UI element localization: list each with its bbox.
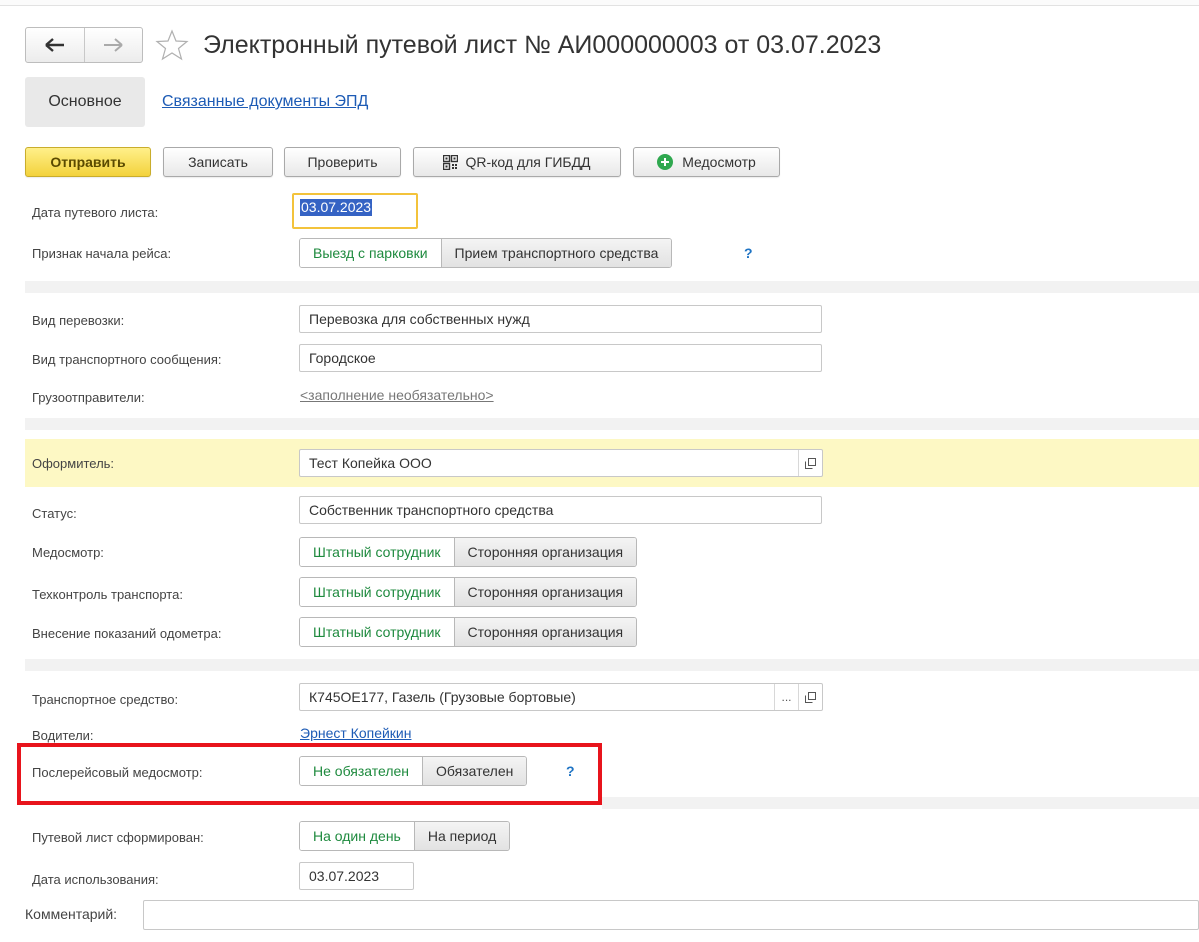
odometer-switch: Штатный сотрудник Сторонняя организация <box>299 617 638 647</box>
option-one-day[interactable]: На один день <box>300 822 414 850</box>
transport-kind-field[interactable]: Перевозка для собственных нужд <box>299 305 822 333</box>
trip-start-help-icon[interactable]: ? <box>744 245 753 261</box>
shippers-label: Грузоотправители: <box>32 390 145 405</box>
option-third-party[interactable]: Сторонняя организация <box>453 578 637 606</box>
medical-check-label: Медосмотр: <box>32 545 104 560</box>
add-circle-icon <box>657 154 674 170</box>
open-vehicle-button[interactable] <box>798 684 822 710</box>
date-label: Дата путевого листа: <box>32 205 159 220</box>
tab-main[interactable]: Основное <box>25 77 145 127</box>
comment-field[interactable] <box>143 900 1199 930</box>
transport-kind-label: Вид перевозки: <box>32 313 125 328</box>
issuer-field[interactable]: Тест Копейка ООО <box>299 449 823 477</box>
usage-date-field[interactable]: 03.07.2023 <box>299 862 414 890</box>
option-third-party[interactable]: Сторонняя организация <box>453 538 637 566</box>
qr-code-button[interactable]: QR-код для ГИБДД <box>413 147 621 177</box>
section-separator <box>25 281 1199 293</box>
annotation-highlight-box <box>17 743 602 805</box>
open-issuer-button[interactable] <box>798 450 822 476</box>
option-staff-employee[interactable]: Штатный сотрудник <box>300 618 454 646</box>
drivers-label: Водители: <box>32 728 94 743</box>
window-top-edge <box>0 0 1199 6</box>
formed-for-label: Путевой лист сформирован: <box>32 830 204 845</box>
medical-check-button-label: Медосмотр <box>682 154 756 170</box>
section-separator <box>25 659 1199 671</box>
option-staff-employee[interactable]: Штатный сотрудник <box>300 538 454 566</box>
send-button[interactable]: Отправить <box>25 147 151 177</box>
vehicle-label: Транспортное средство: <box>32 692 179 707</box>
issuer-label: Оформитель: <box>32 456 115 471</box>
date-value: 03.07.2023 <box>300 199 373 216</box>
transport-message-field[interactable]: Городское <box>299 344 822 372</box>
save-button[interactable]: Записать <box>163 147 273 177</box>
driver-link[interactable]: Эрнест Копейкин <box>300 725 411 741</box>
usage-date-label: Дата использования: <box>32 872 159 887</box>
formed-for-switch: На один день На период <box>299 821 511 851</box>
status-label: Статус: <box>32 506 77 521</box>
option-parking-exit[interactable]: Выезд с парковки <box>300 239 441 267</box>
comment-label: Комментарий: <box>25 906 118 922</box>
check-button[interactable]: Проверить <box>284 147 401 177</box>
medical-check-switch: Штатный сотрудник Сторонняя организация <box>299 537 638 567</box>
arrow-left-icon <box>44 38 64 52</box>
vehicle-select-button[interactable]: ... <box>774 684 798 710</box>
tab-related-documents[interactable]: Связанные документы ЭПД <box>162 93 368 111</box>
open-form-icon <box>805 457 816 469</box>
section-separator <box>25 418 1199 430</box>
option-vehicle-acceptance[interactable]: Прием транспортного средства <box>440 239 672 267</box>
back-button[interactable] <box>26 28 84 62</box>
qr-code-icon <box>443 154 459 170</box>
option-staff-employee[interactable]: Штатный сотрудник <box>300 578 454 606</box>
favorite-star-icon[interactable] <box>155 28 189 62</box>
option-third-party[interactable]: Сторонняя организация <box>453 618 637 646</box>
section-separator <box>602 797 1199 809</box>
option-period[interactable]: На период <box>413 822 510 850</box>
vehicle-field[interactable]: К745ОЕ177, Газель (Грузовые бортовые) ..… <box>299 683 823 711</box>
arrow-right-icon <box>104 38 123 52</box>
status-field[interactable]: Собственник транспортного средства <box>299 496 822 524</box>
odometer-label: Внесение показаний одометра: <box>32 626 222 641</box>
open-form-icon <box>805 691 816 703</box>
tech-control-label: Техконтроль транспорта: <box>32 587 183 602</box>
trip-start-label: Признак начала рейса: <box>32 246 172 261</box>
medical-check-button[interactable]: Медосмотр <box>633 147 780 177</box>
trip-start-switch: Выезд с парковки Прием транспортного сре… <box>299 238 673 268</box>
issuer-value: Тест Копейка ООО <box>309 455 432 471</box>
history-navigation <box>25 27 143 63</box>
qr-code-button-label: QR-код для ГИБДД <box>465 154 591 170</box>
forward-button[interactable] <box>83 28 143 62</box>
shippers-link[interactable]: <заполнение необязательно> <box>300 387 494 403</box>
transport-message-label: Вид транспортного сообщения: <box>32 352 222 367</box>
date-field[interactable]: 03.07.2023 <box>292 193 418 229</box>
tech-control-switch: Штатный сотрудник Сторонняя организация <box>299 577 638 607</box>
page-title: Электронный путевой лист № АИ000000003 о… <box>203 31 882 59</box>
vehicle-value: К745ОЕ177, Газель (Грузовые бортовые) <box>309 689 576 705</box>
